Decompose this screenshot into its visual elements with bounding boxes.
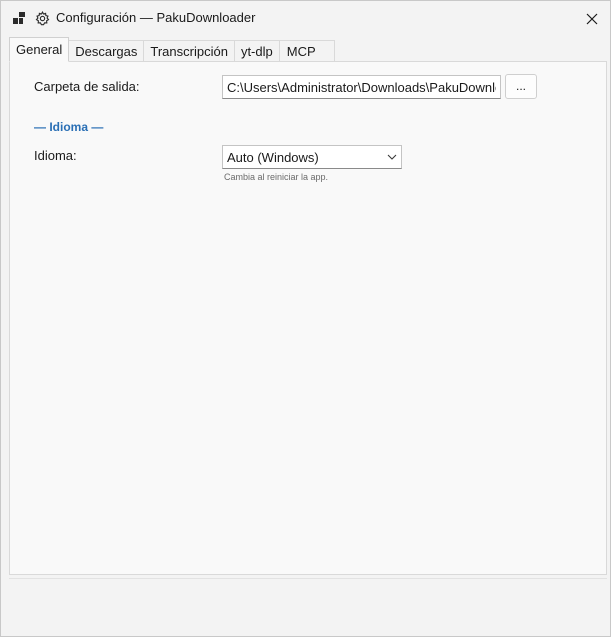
tab-transcripcion[interactable]: Transcripción bbox=[144, 40, 235, 62]
language-select[interactable]: Auto (Windows) bbox=[222, 145, 402, 169]
window-title: Configuración — PakuDownloader bbox=[56, 10, 256, 25]
tab-strip: General Descargas Transcripción yt-dlp M… bbox=[9, 37, 335, 62]
browse-folder-button[interactable]: ... bbox=[505, 74, 537, 99]
app-icon bbox=[13, 12, 25, 24]
settings-window: Configuración — PakuDownloader General D… bbox=[0, 0, 611, 637]
language-section-header: — Idioma — bbox=[34, 120, 104, 134]
tab-descargas[interactable]: Descargas bbox=[69, 40, 145, 62]
close-icon[interactable] bbox=[581, 8, 603, 30]
tab-mcp[interactable]: MCP bbox=[279, 40, 335, 62]
tab-yt-dlp[interactable]: yt-dlp bbox=[234, 40, 280, 62]
tab-general[interactable]: General bbox=[9, 37, 70, 62]
title-bar[interactable]: Configuración — PakuDownloader bbox=[1, 1, 610, 35]
language-hint: Cambia al reiniciar la app. bbox=[224, 172, 329, 182]
general-tab-panel: Carpeta de salida: ... — Idioma — Idioma… bbox=[9, 61, 607, 575]
language-label: Idioma: bbox=[34, 148, 77, 163]
language-select-value: Auto (Windows) bbox=[227, 150, 319, 165]
chevron-down-icon bbox=[387, 154, 397, 160]
output-folder-label: Carpeta de salida: bbox=[34, 79, 140, 94]
gear-icon bbox=[35, 11, 50, 26]
output-folder-input[interactable] bbox=[222, 75, 501, 99]
footer-divider bbox=[9, 578, 607, 579]
